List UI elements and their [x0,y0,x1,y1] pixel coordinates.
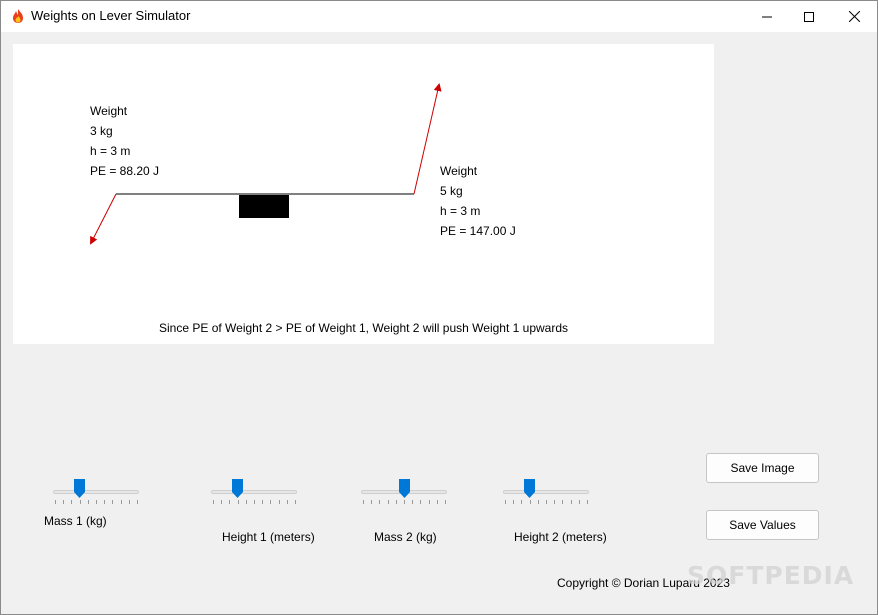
height1-label: Height 1 (meters) [222,530,315,544]
weight2-pe: PE = 147.00 J [440,224,516,238]
minimize-button[interactable] [744,1,790,32]
height2-slider[interactable] [501,479,591,505]
slider-ticks [55,500,138,504]
slider-tick [245,500,247,504]
slider-tick [112,500,114,504]
slider-thumb[interactable] [74,479,86,498]
slider-tick [436,500,438,504]
slider-ticks [363,500,446,504]
weight1-height: h = 3 m [90,144,131,158]
mass1-slider[interactable] [51,479,141,505]
flame-icon [13,9,23,23]
slider-track[interactable] [211,490,297,494]
slider-tick [570,500,572,504]
slider-tick [513,500,515,504]
weight1-title: Weight [90,104,128,118]
maximize-icon [804,11,814,22]
slider-thumb[interactable] [398,479,410,498]
mass2-label: Mass 2 (kg) [374,530,437,544]
slider-ticks [505,500,588,504]
slider-tick [229,500,231,504]
slider-tick [371,500,373,504]
slider-tick [363,500,364,504]
slider-tick [295,500,296,504]
height2-label: Height 2 (meters) [514,530,607,544]
simulation-canvas: Weight 3 kg h = 3 m PE = 88.20 J Weight … [13,44,714,344]
slider-tick [395,500,397,504]
lever-fulcrum [239,195,289,218]
slider-tick [221,500,223,504]
slider-tick [445,500,446,504]
slider-tick [554,500,556,504]
slider-tick [587,500,588,504]
slider-tick [387,500,389,504]
title-bar[interactable]: Weights on Lever Simulator [1,1,877,32]
slider-tick [546,500,547,504]
slider-tick [521,500,523,504]
slider-tick [55,500,56,504]
slider-tick [428,500,430,504]
slider-tick [286,500,288,504]
slider-tick [71,500,73,504]
height1-slider[interactable] [209,479,299,505]
weight1-arrow [90,193,117,245]
slider-tick [278,500,280,504]
slider-tick [96,500,97,504]
slider-tick [254,500,255,504]
mass2-slider[interactable] [359,479,449,505]
slider-tick [420,500,422,504]
slider-tick [404,500,405,504]
save-image-button[interactable]: Save Image [706,453,819,483]
weight2-title: Weight [440,164,478,178]
slider-tick [87,500,89,504]
slider-track[interactable] [53,490,139,494]
slider-tick [505,500,506,504]
slider-thumb[interactable] [232,479,244,498]
slider-thumb[interactable] [524,479,536,498]
slider-tick [379,500,381,504]
window-title: Weights on Lever Simulator [31,8,191,23]
slider-tick [128,500,130,504]
close-button[interactable] [831,1,877,32]
slider-tick [120,500,122,504]
app-window: Weights on Lever Simulator Weight 3 kg h… [0,0,878,615]
weight2-arrow [413,83,442,195]
save-values-button[interactable]: Save Values [706,510,819,540]
close-icon [848,11,860,22]
slider-tick [529,500,531,504]
slider-tick [578,500,580,504]
slider-tick [562,500,564,504]
weight1-mass: 3 kg [90,124,113,138]
slider-tick [237,500,239,504]
slider-tick [63,500,65,504]
slider-ticks [213,500,296,504]
maximize-button[interactable] [786,1,832,32]
minimize-icon [762,16,772,17]
weight2-info: Weight 5 kg h = 3 m PE = 147.00 J [440,161,516,241]
slider-tick [137,500,138,504]
slider-tick [262,500,264,504]
weight1-info: Weight 3 kg h = 3 m PE = 88.20 J [90,101,159,181]
slider-tick [213,500,214,504]
slider-tick [104,500,106,504]
slider-track[interactable] [503,490,589,494]
lever-drawing [90,83,442,245]
weight2-height: h = 3 m [440,204,481,218]
weight2-mass: 5 kg [440,184,463,198]
conclusion-text: Since PE of Weight 2 > PE of Weight 1, W… [159,321,568,335]
slider-tick [412,500,414,504]
slider-tick [270,500,272,504]
slider-tick [537,500,539,504]
mass1-label: Mass 1 (kg) [44,514,107,528]
slider-tick [79,500,81,504]
softpedia-watermark: SOFTPEDIA [687,561,855,590]
weight1-pe: PE = 88.20 J [90,164,160,178]
